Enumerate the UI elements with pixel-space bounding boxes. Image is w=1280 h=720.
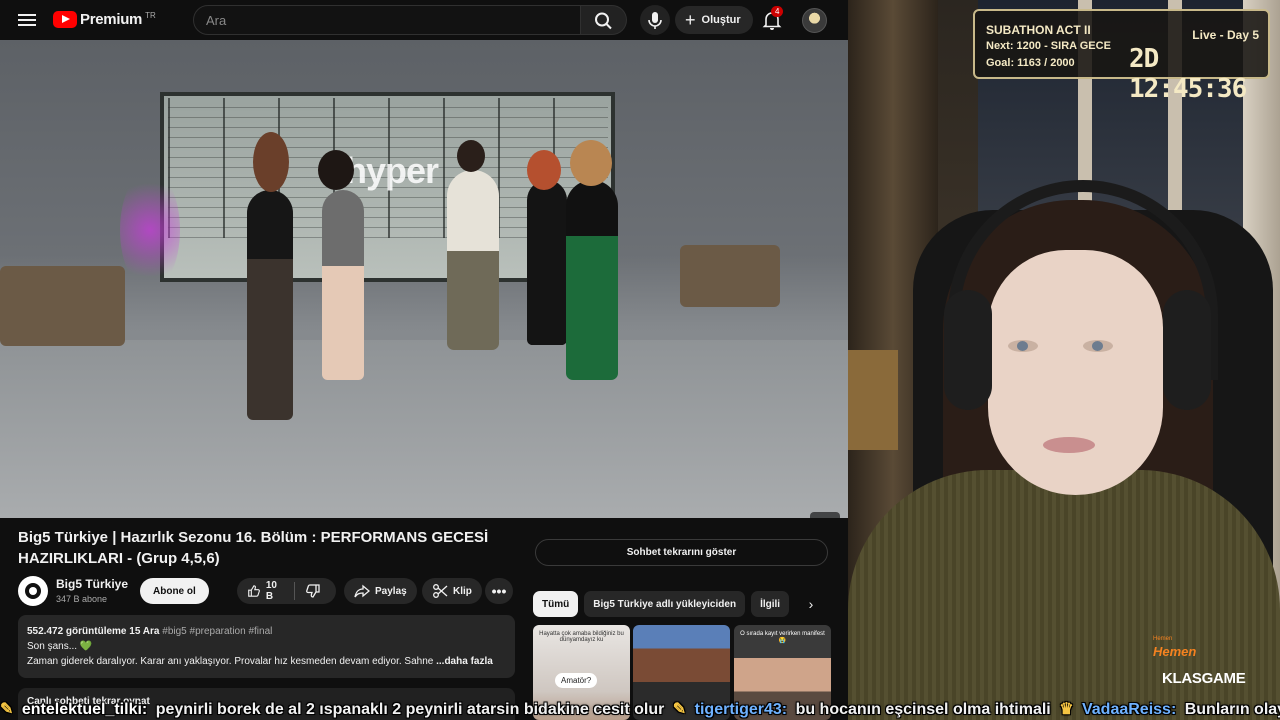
voice-search-button[interactable]: [640, 5, 670, 35]
chat-username: VadaaReiss:: [1081, 701, 1177, 718]
video-player[interactable]: hyper: [0, 40, 848, 518]
subathon-next: Next: 1200 - SIRA GECE: [986, 40, 1111, 52]
channel-logo-icon: [25, 583, 41, 599]
chevron-right-icon[interactable]: ›: [800, 593, 822, 615]
youtube-play-icon: [53, 11, 77, 28]
description-meta: 552.472 görüntüleme 15 Ara #big5 #prepar…: [27, 624, 506, 639]
video-title: Big5 Türkiye | Hazırlık Sezonu 16. Bölüm…: [18, 529, 489, 567]
sponsor-hemen: Hemen: [1153, 644, 1197, 659]
search-input[interactable]: [194, 6, 580, 34]
microphone-icon: [648, 12, 662, 29]
share-button[interactable]: Paylaş: [344, 578, 417, 604]
search-icon: [595, 12, 612, 30]
like-count: 10 B: [265, 580, 277, 602]
subathon-goal: Goal: 1163 / 2000: [986, 57, 1075, 69]
share-label: Paylaş: [375, 585, 407, 597]
video-scene-head: [318, 150, 354, 190]
search-box[interactable]: [193, 5, 581, 35]
account-avatar[interactable]: [802, 8, 827, 33]
dislike-button[interactable]: [295, 578, 336, 604]
more-actions-button[interactable]: •••: [485, 578, 513, 604]
youtube-logo[interactable]: Premium TR: [53, 11, 156, 28]
sponsor-small-text: Hemen: [1153, 636, 1173, 642]
video-scene-dancer: [447, 170, 499, 350]
chip-related[interactable]: İlgili: [751, 591, 790, 617]
sponsor-logo: Hemen Hemen KLASGAME: [1147, 632, 1274, 692]
search-button[interactable]: [581, 5, 627, 35]
video-scene-head: [570, 140, 612, 186]
video-scene-head: [457, 140, 485, 172]
chip-all[interactable]: Tümü: [533, 591, 579, 617]
show-more-link[interactable]: ...daha fazla: [436, 656, 493, 667]
video-scene-dancer: [527, 180, 567, 345]
streamer-lips: [1043, 437, 1095, 453]
description-line-1: Son şans... 💚: [27, 641, 93, 652]
video-scene-floor: [0, 340, 848, 518]
video-scene-dancer: [566, 180, 618, 380]
youtube-page: Premium TR + Oluştur 4 hyper: [0, 0, 848, 720]
logo-text: Premium: [80, 11, 143, 28]
thumbs-down-icon: [306, 584, 320, 598]
headphone-cup: [1163, 290, 1211, 410]
video-scene-dancer: [322, 190, 364, 380]
like-dislike-group: 10 B: [237, 578, 336, 604]
thumbnail-caption: Hayatta çok amaba bildiğiniz bu dünyamda…: [539, 631, 624, 643]
channel-avatar[interactable]: [18, 576, 48, 606]
player-badge[interactable]: [810, 512, 840, 518]
description-box[interactable]: 552.472 görüntüleme 15 Ara #big5 #prepar…: [18, 615, 515, 678]
video-scene-head: [527, 150, 561, 190]
background-shelf: [848, 350, 898, 450]
chip-from-uploader[interactable]: Big5 Türkiye adlı yükleyiciden: [584, 591, 746, 617]
video-overlay-text: hyper: [345, 150, 439, 191]
like-button[interactable]: 10 B: [237, 578, 294, 604]
clip-label: Klip: [453, 585, 472, 597]
create-label: Oluştur: [701, 14, 741, 26]
video-scene-dancer: [247, 190, 293, 420]
video-scene-head: [253, 132, 289, 192]
subathon-widget: SUBATHON ACT II Live - Day 5 Next: 1200 …: [973, 9, 1270, 104]
upload-date: 15 Ara: [129, 626, 160, 637]
video-scene-couch-right: [680, 245, 780, 307]
view-count: 552.472 görüntüleme: [27, 626, 127, 637]
clip-button[interactable]: Klip: [422, 578, 482, 604]
chat-message: Bunların olayı ne?: [1184, 701, 1280, 718]
chat-emote-icon: ✎: [0, 701, 14, 718]
subscribe-button[interactable]: Abone ol: [140, 578, 209, 604]
thumbs-up-icon: [248, 585, 260, 597]
description-line-2: Zaman giderek daralıyor. Karar anı yakla…: [27, 654, 506, 669]
thumbnail-caption: O sırada kayıt verirken manifest 😭: [740, 631, 825, 644]
chat-message: bu hocanın eşcinsel olma ihtimali: [795, 701, 1051, 718]
chat-username: tigertiger43:: [694, 701, 788, 718]
plus-icon: +: [685, 10, 696, 30]
chat-ticker: ✎ entelektuel_tilki: peynirli borek de a…: [0, 700, 1280, 720]
subathon-title: SUBATHON ACT II: [986, 23, 1091, 37]
sponsor-brand: KLASGAME: [1162, 670, 1246, 687]
menu-icon[interactable]: [16, 11, 38, 29]
video-scene-light: [120, 170, 180, 290]
notifications-button[interactable]: 4: [760, 6, 784, 32]
scissors-icon: [433, 584, 448, 598]
top-bar: Premium TR + Oluştur 4: [0, 0, 848, 40]
subathon-status: Live - Day 5: [1192, 28, 1259, 42]
chat-emote-icon: ✎: [672, 701, 687, 718]
create-button[interactable]: + Oluştur: [675, 6, 753, 34]
webcam-feed: [848, 0, 1280, 720]
hashtags[interactable]: #big5 #preparation #final: [162, 626, 272, 637]
chat-username: entelektuel_tilki:: [21, 701, 148, 718]
share-icon: [354, 584, 370, 598]
channel-name[interactable]: Big5 Türkiye: [56, 577, 128, 591]
chat-message: peynirli borek de al 2 ıspanaklı 2 peyni…: [155, 701, 665, 718]
recommendation-filter-chips: Tümü Big5 Türkiye adlı yükleyiciden İlgi…: [533, 591, 795, 617]
subathon-timer: 2D 12:45:36: [1129, 44, 1247, 104]
show-chat-replay-button[interactable]: Sohbet tekrarını göster: [535, 539, 828, 566]
logo-region: TR: [145, 10, 156, 20]
video-scene-couch-left: [0, 266, 125, 346]
subscriber-count: 347 B abone: [56, 594, 108, 604]
thumbnail-bubble: Amatör?: [555, 673, 598, 688]
headphone-cup: [944, 290, 992, 410]
description-text: Zaman giderek daralıyor. Karar anı yakla…: [27, 656, 434, 667]
chat-emote-icon: ♛: [1059, 701, 1074, 718]
